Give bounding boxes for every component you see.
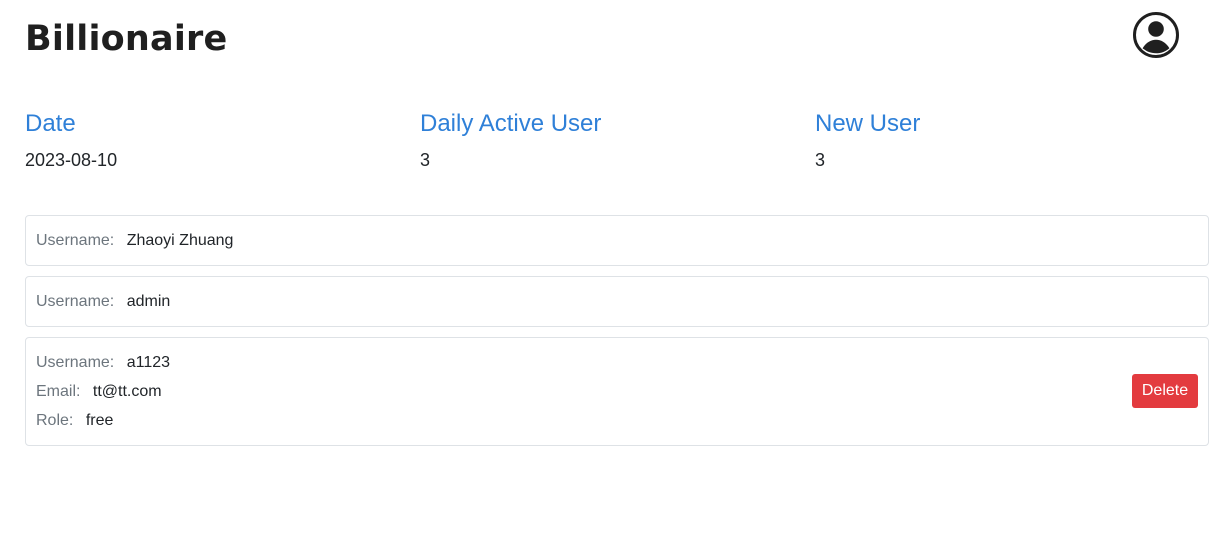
role-label: Role: xyxy=(36,412,74,429)
stat-daily-active-user: Daily Active User 3 xyxy=(420,110,800,170)
username-label: Username: xyxy=(36,232,115,249)
user-card-2: Username: admin xyxy=(25,276,1209,327)
stats-summary: Date 2023-08-10 Daily Active User 3 New … xyxy=(25,110,1209,180)
page: Billionaire Date 2023-08-10 Daily Active… xyxy=(0,0,1223,534)
username-label: Username: xyxy=(36,293,115,310)
stat-new-user-label: New User xyxy=(815,110,921,137)
delete-button[interactable]: Delete xyxy=(1132,374,1198,408)
username-field: Username: Zhaoyi Zhuang xyxy=(36,226,1198,255)
username-field: Username: admin xyxy=(36,287,1198,316)
user-card-1: Username: Zhaoyi Zhuang xyxy=(25,215,1209,266)
stat-date-value: 2023-08-10 xyxy=(25,150,118,170)
user-circle-icon[interactable] xyxy=(1132,11,1180,59)
stat-new-user-value: 3 xyxy=(815,150,826,170)
email-field: Email: tt@tt.com xyxy=(36,377,1198,406)
stat-daily-active-user-label: Daily Active User xyxy=(420,110,602,137)
username-value: a1123 xyxy=(126,354,171,371)
stat-new-user: New User 3 xyxy=(815,110,1195,170)
user-card-3: Username: a1123 Email: tt@tt.com Role: f… xyxy=(25,337,1209,446)
stat-daily-active-user-value: 3 xyxy=(420,150,431,170)
app-title: Billionaire xyxy=(25,19,228,59)
user-list: Username: Zhaoyi Zhuang Username: admin … xyxy=(25,215,1209,456)
username-label: Username: xyxy=(36,354,115,371)
stat-date-label: Date xyxy=(25,110,76,137)
email-value: tt@tt.com xyxy=(92,383,162,400)
stat-date: Date 2023-08-10 xyxy=(25,110,405,170)
role-field: Role: free xyxy=(36,406,1198,435)
username-field: Username: a1123 xyxy=(36,348,1198,377)
role-value: free xyxy=(85,412,114,429)
username-value: admin xyxy=(126,293,171,310)
username-value: Zhaoyi Zhuang xyxy=(126,232,234,249)
email-label: Email: xyxy=(36,383,81,400)
